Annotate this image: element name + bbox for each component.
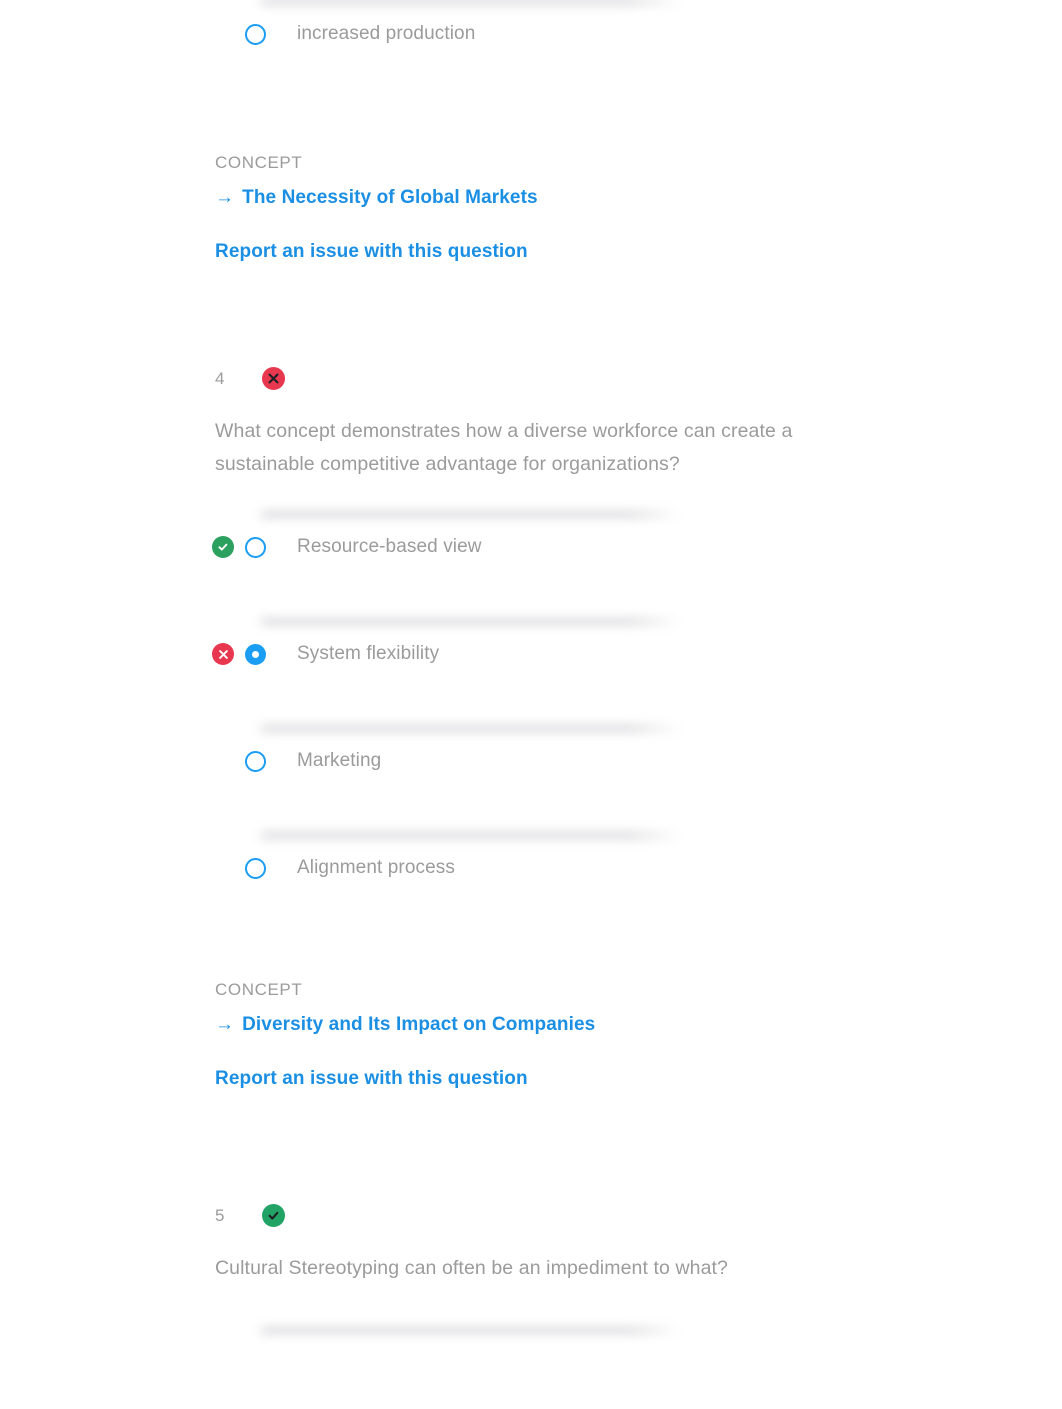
answer-options-partial: increased production (0, 0, 1062, 100)
question-number: 5 (215, 1205, 225, 1225)
option-label: increased production (297, 23, 476, 44)
answer-options-4: Resource-based view System flexibility M… (0, 498, 1062, 926)
report-issue-link[interactable]: Report an issue with this question (0, 239, 1062, 265)
redacted-bar (255, 1324, 680, 1337)
redacted-bar (255, 722, 680, 735)
option-row[interactable]: Marketing (0, 712, 1062, 819)
option-status (212, 643, 245, 665)
option-row[interactable] (0, 1302, 1062, 1409)
option-label: Marketing (297, 750, 382, 771)
concept-link-label: Diversity and Its Impact on Companies (242, 1014, 596, 1035)
correct-icon (262, 1203, 285, 1227)
redacted-bar (255, 508, 680, 521)
option-label: Resource-based view (297, 536, 482, 557)
radio-button[interactable] (245, 643, 266, 665)
question-block-4: 4 What concept demonstrates how a divers… (0, 363, 1062, 1092)
quiz-results-page: increased production CONCEPT → The Neces… (0, 0, 1062, 1377)
question-text: Cultural Stereotyping can often be an im… (215, 1257, 729, 1279)
option-row[interactable]: System flexibility (0, 605, 1062, 712)
concept-link-label: The Necessity of Global Markets (242, 187, 538, 208)
option-status (212, 536, 245, 558)
question-header-4: 4 (0, 363, 1062, 393)
radio-button[interactable] (245, 23, 266, 45)
concept-link[interactable]: → Diversity and Its Impact on Companies (0, 1010, 1062, 1040)
arrow-right-icon: → (215, 1014, 235, 1035)
radio-button[interactable] (245, 857, 266, 879)
option-row[interactable]: Alignment process (0, 819, 1062, 926)
incorrect-answer-icon (212, 643, 234, 665)
option-label: System flexibility (297, 643, 440, 664)
option-row[interactable]: increased production (0, 0, 1062, 100)
question-block-partial: increased production CONCEPT → The Neces… (0, 0, 1062, 265)
incorrect-icon (262, 366, 285, 390)
redacted-bar (255, 0, 680, 8)
radio-button[interactable] (245, 750, 266, 772)
answer-options-5 (0, 1302, 1062, 1409)
question-number: 4 (215, 368, 225, 388)
concept-link[interactable]: → The Necessity of Global Markets (0, 183, 1062, 213)
question-header-5: 5 (0, 1200, 1062, 1230)
concept-heading: CONCEPT (215, 153, 303, 172)
correct-answer-icon (212, 536, 234, 558)
radio-button[interactable] (245, 536, 266, 558)
redacted-bar (255, 615, 680, 628)
option-label: Alignment process (297, 857, 455, 878)
redacted-bar (255, 829, 680, 842)
concept-heading: CONCEPT (215, 980, 303, 999)
report-issue-link[interactable]: Report an issue with this question (0, 1066, 1062, 1092)
option-status (212, 857, 245, 879)
question-block-5: 5 Cultural Stereotyping can often be an … (0, 1200, 1062, 1409)
question-text: What concept demonstrates how a diverse … (215, 420, 793, 475)
arrow-right-icon: → (215, 187, 235, 208)
option-status (212, 23, 245, 45)
option-status (212, 750, 245, 772)
option-row[interactable]: Resource-based view (0, 498, 1062, 605)
